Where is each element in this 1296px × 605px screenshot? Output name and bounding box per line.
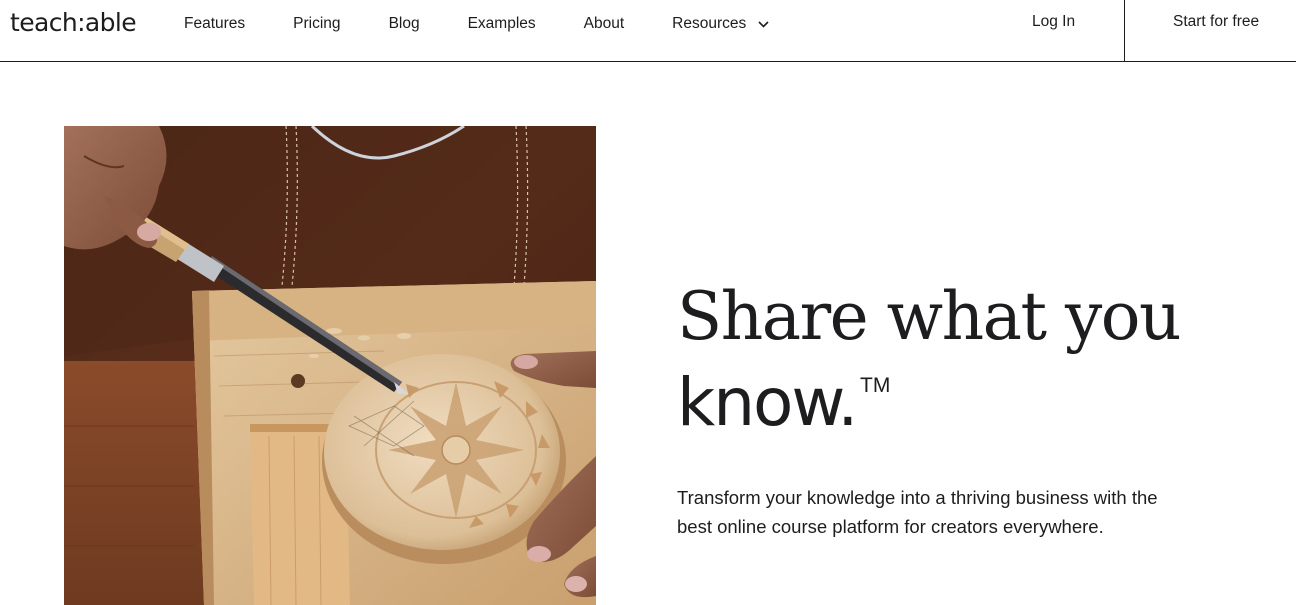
wood-carving-photo-icon [64,126,596,605]
main-nav: Features Pricing Blog Examples About Res… [184,14,769,34]
site-header: teach:able Features Pricing Blog Example… [0,0,1296,62]
teachable-logo[interactable]: teach:able [10,6,137,40]
login-link[interactable]: Log In [1032,12,1075,32]
nav-features[interactable]: Features [184,14,245,34]
trademark-symbol: TM [860,374,891,397]
chevron-down-icon [758,20,769,28]
hero-headline-know: know. [677,364,858,441]
nav-examples[interactable]: Examples [468,14,536,34]
nav-pricing[interactable]: Pricing [293,14,340,34]
hero-image [64,126,596,605]
nav-blog[interactable]: Blog [389,14,420,34]
hero-subtext: Transform your knowledge into a thriving… [677,487,1158,537]
nav-resources-label: Resources [672,15,747,32]
nav-resources[interactable]: Resources [672,14,769,34]
header-divider [1124,0,1125,62]
nav-about[interactable]: About [584,14,625,34]
start-for-free-button[interactable]: Start for free [1173,12,1259,32]
hero-headline: Share what you [677,278,1182,355]
